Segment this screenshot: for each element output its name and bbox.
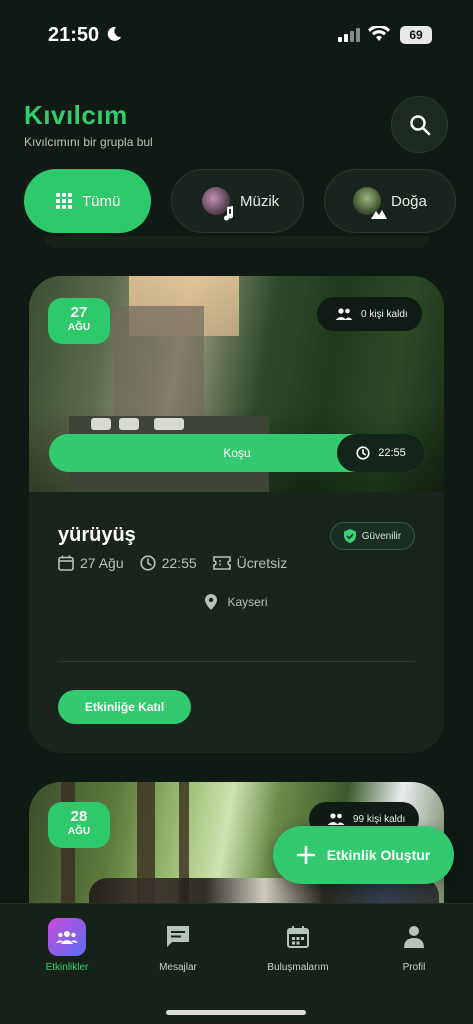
landscape-icon (371, 210, 387, 219)
category-chip-label: Müzik (240, 192, 280, 210)
clock-icon (140, 555, 156, 571)
category-thumbnail (202, 187, 234, 221)
app-subtitle: Kıvılcımını bir grupla bul (24, 135, 153, 149)
event-meta: 27 Ağu 22:55 Ücretsiz (58, 555, 303, 571)
event-time: 22:55 (161, 555, 197, 571)
event-location: Kayseri (29, 594, 444, 610)
date-day: 27 (70, 304, 88, 321)
category-thumbnail (353, 187, 387, 219)
category-chip-label: Tümü (82, 192, 121, 210)
clock-icon (356, 446, 370, 460)
grid-icon (56, 193, 72, 209)
nav-events[interactable]: Etkinlikler (17, 918, 117, 973)
nav-label: Buluşmalarım (267, 962, 329, 973)
date-month: AĞU (67, 322, 91, 333)
category-chip-music[interactable]: Müzik (171, 169, 304, 233)
event-card[interactable]: 27 AĞU 0 kişi kaldı Koşu 22:55 yürüyüş G… (29, 276, 444, 753)
nav-label: Profil (402, 962, 426, 973)
app-title: Kıvılcım (24, 100, 128, 130)
calendar-icon (58, 555, 74, 571)
create-event-label: Etkinlik Oluştur (326, 847, 431, 863)
event-title: yürüyüş (58, 524, 136, 546)
people-icon (335, 308, 353, 320)
create-event-button[interactable]: Etkinlik Oluştur (273, 826, 454, 884)
chat-icon (128, 918, 228, 956)
spots-left-badge: 0 kişi kaldı (317, 297, 422, 331)
event-price: Ücretsiz (236, 555, 288, 571)
event-cover-image: 27 AĞU 0 kişi kaldı Koşu 22:55 (29, 276, 444, 492)
date-day: 28 (70, 808, 88, 825)
ticket-icon (212, 556, 231, 570)
bottom-navigation: Etkinlikler Mesajlar Buluşmalarım Profil (0, 903, 473, 1024)
moon-icon (107, 26, 121, 41)
date-badge: 27 AĞU (48, 298, 110, 344)
event-location-text: Kayseri (227, 595, 268, 609)
status-time: 21:50 (48, 24, 100, 46)
spots-left-text: 99 kişi kaldı (353, 813, 406, 825)
category-chip-all[interactable]: Tümü (24, 169, 151, 233)
signal-icon (338, 28, 360, 42)
event-date: 27 Ağu (80, 555, 124, 571)
nav-label: Mesajlar (159, 962, 197, 973)
nav-messages[interactable]: Mesajlar (128, 918, 228, 973)
category-chip-nature[interactable]: Doğa (324, 169, 456, 233)
status-bar: 21:50 69 (0, 0, 473, 60)
plus-icon (296, 846, 315, 864)
home-indicator (166, 1010, 306, 1015)
divider (58, 661, 415, 662)
music-note-icon (224, 206, 234, 221)
search-icon (409, 114, 430, 135)
nav-profile[interactable]: Profil (364, 918, 464, 973)
spots-left-text: 0 kişi kaldı (361, 308, 408, 320)
event-time-pill-text: 22:55 (378, 447, 406, 459)
trusted-badge: Güvenilir (330, 522, 415, 550)
people-icon (327, 813, 345, 825)
nav-meetups[interactable]: Buluşmalarım (248, 918, 348, 973)
carousel-edge (44, 236, 430, 248)
wifi-icon (368, 26, 390, 41)
search-button[interactable] (391, 96, 448, 153)
event-tag-bar: Koşu 22:55 (49, 434, 425, 472)
location-pin-icon (205, 594, 218, 610)
person-icon (364, 918, 464, 956)
category-chip-label: Doğa (391, 192, 427, 210)
trusted-label: Güvenilir (361, 530, 402, 542)
groups-icon (48, 918, 86, 956)
join-event-button[interactable]: Etkinliğe Katıl (58, 690, 191, 724)
shield-check-icon (343, 529, 356, 543)
date-month: AĞU (67, 826, 91, 837)
date-badge: 28 AĞU (48, 802, 110, 848)
nav-label: Etkinlikler (45, 962, 89, 973)
calendar-icon (248, 918, 348, 956)
battery-indicator: 69 (400, 26, 432, 44)
event-time-pill: 22:55 (337, 434, 425, 472)
